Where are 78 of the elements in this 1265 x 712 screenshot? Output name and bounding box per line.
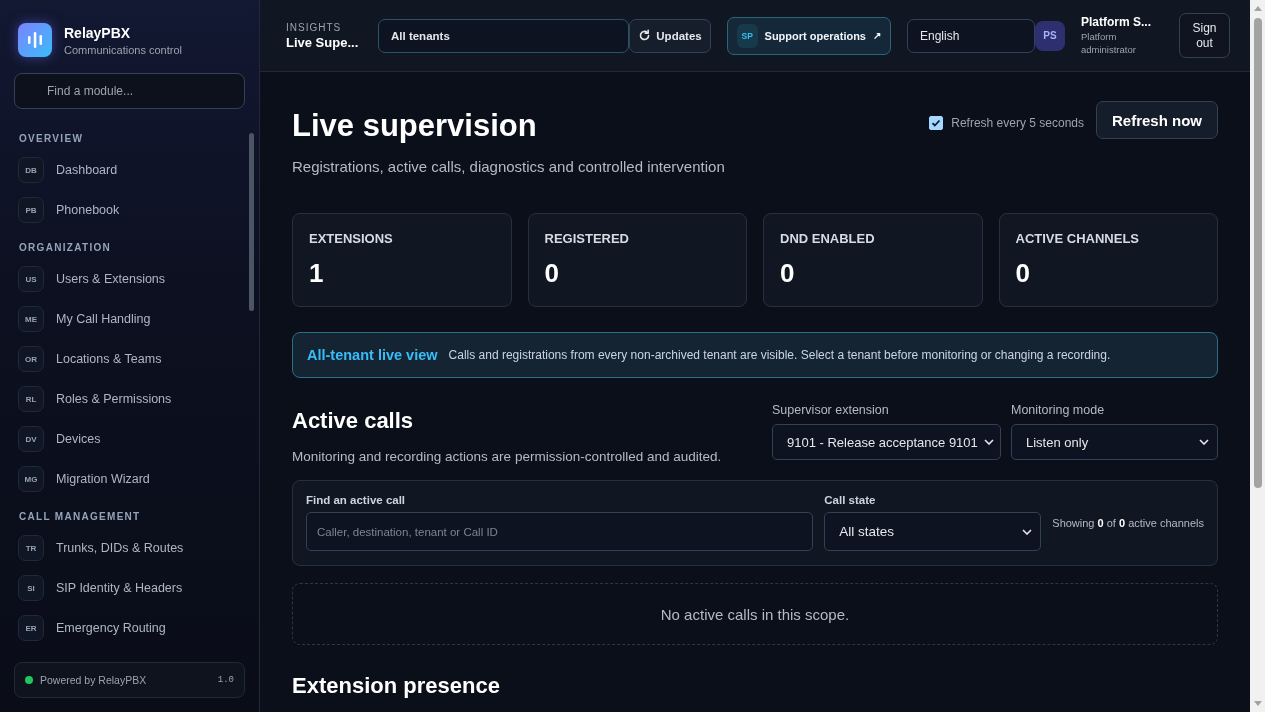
refresh-now-button[interactable]: Refresh now xyxy=(1096,101,1218,139)
nav-item[interactable]: ER Emergency Routing xyxy=(14,608,245,648)
chevron-down-icon xyxy=(983,439,994,445)
nav-item-badge: DV xyxy=(18,426,44,452)
nav-item-badge: US xyxy=(18,266,44,292)
section-description: Monitoring and recording actions are permission-controlled and audited. xyxy=(292,449,723,464)
field-label: Call state xyxy=(824,494,877,506)
supervisor-extension-select[interactable]: 9101 - Release acceptance 9101 xyxy=(772,424,1001,460)
chevron-down-icon xyxy=(1199,439,1209,445)
nav-item-badge: DB xyxy=(18,157,44,183)
notice-title: All-tenant live view xyxy=(307,347,438,363)
nav-section-title: ORGANIZATION xyxy=(18,241,113,255)
empty-state: No active calls in this scope. xyxy=(292,583,1218,645)
version-text: 1.0 xyxy=(217,675,234,685)
scroll-up-icon[interactable] xyxy=(1253,6,1262,11)
user-role: Platform administrator xyxy=(1081,31,1137,56)
nav-section-title: CALL MANAGEMENT xyxy=(18,510,142,524)
stat-value: 1 xyxy=(309,258,325,289)
brand-name: RelayPBX xyxy=(64,24,132,41)
logo-icon xyxy=(18,23,52,57)
nav-item-badge: RL xyxy=(18,386,44,412)
page-label: Live Supe... xyxy=(286,34,360,50)
tenant-select[interactable]: All tenants xyxy=(378,18,629,53)
language-select[interactable]: English xyxy=(907,18,1035,53)
user-avatar: PS xyxy=(1035,20,1065,51)
nav-item-badge: OR xyxy=(18,346,44,372)
monitoring-mode-select[interactable]: Listen only xyxy=(1011,424,1218,460)
stat-label: REGISTERED xyxy=(544,231,630,246)
nav-item[interactable]: DV Devices xyxy=(14,419,245,459)
section-title: Extension presence xyxy=(292,673,501,699)
nav-item-badge: PB xyxy=(18,197,44,223)
nav-item[interactable]: PB Phonebook xyxy=(14,190,245,230)
call-search-field[interactable]: Caller, destination, tenant or Call ID xyxy=(306,512,814,551)
brand-tagline: Communications control xyxy=(64,43,182,56)
result-summary: Showing 0 of 0 active channels xyxy=(1052,517,1204,529)
field-label: Monitoring mode xyxy=(1011,403,1106,417)
nav-item[interactable]: SI SIP Identity & Headers xyxy=(14,568,245,608)
page-title: Live supervision xyxy=(292,108,538,144)
nav-item[interactable]: MG Migration Wizard xyxy=(14,459,245,499)
page-subtitle: Registrations, active calls, diagnostics and controlled intervention xyxy=(292,158,725,175)
nav-item-badge: MG xyxy=(18,466,44,492)
stat-value: 0 xyxy=(544,258,560,289)
nav-item-badge: ER xyxy=(18,615,44,641)
support-badge: SP xyxy=(737,23,758,48)
powered-by-text: Powered by RelayPBX xyxy=(40,674,148,686)
field-label: Supervisor extension xyxy=(772,403,890,417)
section-label: INSIGHTS xyxy=(286,21,343,33)
nav-item[interactable]: US Users & Extensions xyxy=(14,259,245,299)
support-operations-button[interactable]: SP Support operations ↗ xyxy=(727,16,891,55)
nav-item[interactable]: OR Locations & Teams xyxy=(14,339,245,379)
nav-item[interactable]: ME My Call Handling xyxy=(14,299,245,339)
field-label: Find an active call xyxy=(306,494,407,506)
nav-item-badge: ME xyxy=(18,306,44,332)
nav-item[interactable]: RL Roles & Permissions xyxy=(14,379,245,419)
check-icon xyxy=(930,117,943,129)
stat-label: EXTENSIONS xyxy=(309,231,394,246)
module-search-field[interactable]: Find a module... xyxy=(14,73,245,109)
notice-text: Calls and registrations from every non-archived tenant are visible. Select a tenant before monitoring or changing a recording. xyxy=(448,348,1111,362)
chevron-down-icon xyxy=(1022,528,1033,535)
section-title: Active calls xyxy=(292,408,415,434)
stat-label: ACTIVE CHANNELS xyxy=(1015,231,1140,246)
sign-out-button[interactable]: Sign out xyxy=(1179,13,1230,58)
updates-button[interactable]: Updates xyxy=(629,18,711,53)
auto-refresh-checkbox[interactable] xyxy=(929,116,944,130)
nav-item[interactable]: DB Dashboard xyxy=(14,150,245,190)
nav-item-badge: TR xyxy=(18,535,44,561)
stat-label: DND ENABLED xyxy=(780,231,876,246)
nav-section-title: OVERVIEW xyxy=(18,132,85,146)
stat-value: 0 xyxy=(1015,258,1031,289)
scroll-down-icon[interactable] xyxy=(1253,701,1262,706)
stat-value: 0 xyxy=(780,258,796,289)
auto-refresh-label: Refresh every 5 seconds xyxy=(951,116,1084,130)
call-state-select[interactable]: All states xyxy=(824,512,1042,551)
nav-item[interactable]: TR Trunks, DIDs & Routes xyxy=(14,528,245,568)
nav-item-badge: SI xyxy=(18,575,44,601)
page-scrollbar[interactable] xyxy=(1250,0,1265,712)
refresh-icon xyxy=(638,29,652,42)
user-name: Platform S... xyxy=(1081,15,1152,30)
